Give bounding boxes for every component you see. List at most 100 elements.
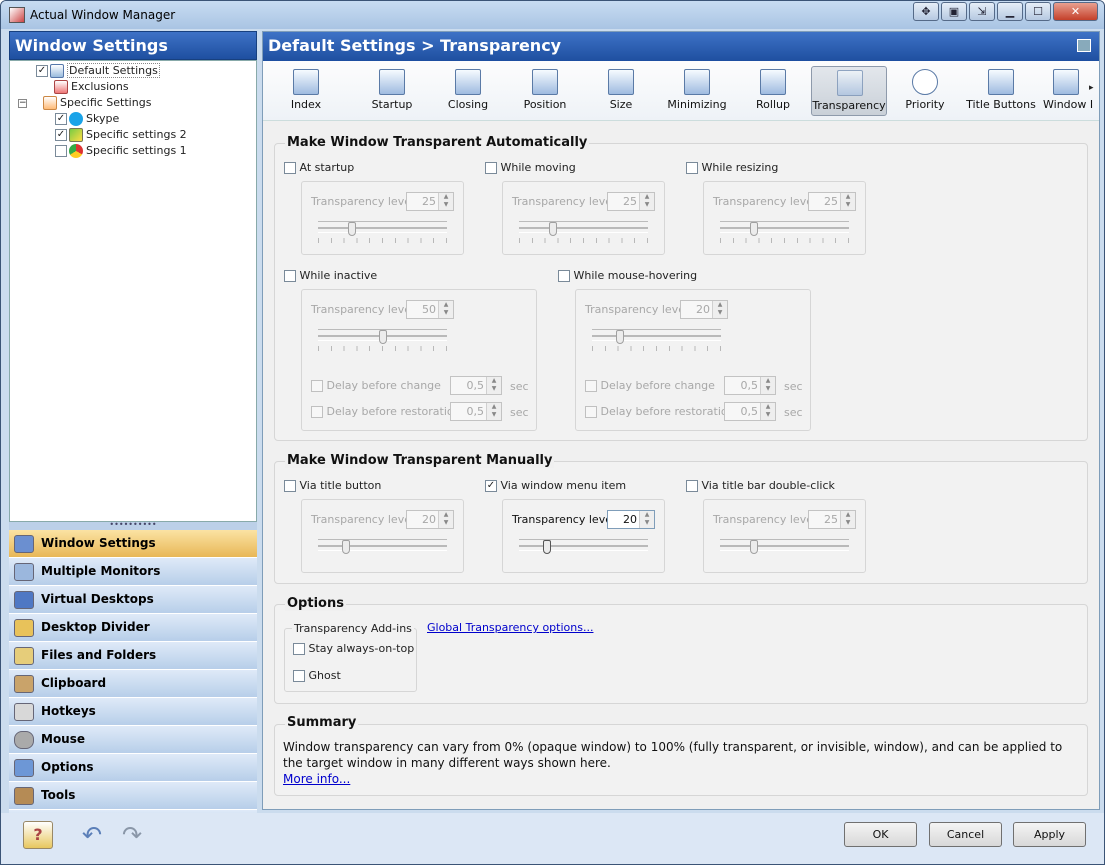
panel-splitter[interactable]: •••••••••• xyxy=(9,521,257,530)
slider-thumb[interactable] xyxy=(616,330,624,344)
level-spinner[interactable]: 25 ▲ ▼ xyxy=(808,192,856,211)
maximize-button[interactable]: ☐ xyxy=(1025,2,1051,21)
level-slider[interactable] xyxy=(318,329,447,344)
minimize-button[interactable]: ▁ xyxy=(997,2,1023,21)
delay-change-spinner[interactable]: 0,5 ▲ ▼ xyxy=(724,376,776,395)
tree-item-exclusions[interactable]: Exclusions xyxy=(52,79,129,95)
collapse-icon[interactable]: − xyxy=(18,98,27,108)
level-slider[interactable] xyxy=(519,221,648,236)
checkbox-icon[interactable]: ✓ xyxy=(485,480,497,492)
checkbox-icon[interactable] xyxy=(293,670,305,682)
nav-item-files-and-folders[interactable]: Files and Folders xyxy=(9,642,257,670)
tree-item-specific-settings-2[interactable]: ✓ Specific settings 2 xyxy=(55,127,187,143)
while-resizing-option[interactable]: While resizing xyxy=(686,161,778,175)
delay-change-option[interactable]: Delay before change xyxy=(311,379,441,392)
checkbox-icon[interactable] xyxy=(558,270,570,282)
checkbox-icon[interactable] xyxy=(284,162,296,174)
level-spinner[interactable]: 20 ▲ ▼ xyxy=(680,300,728,319)
slider-thumb[interactable] xyxy=(342,540,350,554)
checkbox-icon[interactable] xyxy=(585,406,597,418)
redo-icon[interactable]: ↷ xyxy=(117,821,147,849)
checkbox-icon[interactable]: ✓ xyxy=(36,65,48,77)
help-icon[interactable]: ? xyxy=(23,821,53,849)
nav-item-clipboard[interactable]: Clipboard xyxy=(9,670,257,698)
global-transparency-link[interactable]: Global Transparency options... xyxy=(427,621,593,634)
tab-startup[interactable]: Startup xyxy=(354,66,430,116)
checkbox-icon[interactable] xyxy=(284,480,296,492)
spinner-arrows-icon[interactable]: ▲ ▼ xyxy=(712,301,727,318)
stay-on-top-option[interactable]: Stay always-on-top xyxy=(293,642,414,656)
undo-icon[interactable]: ↶ xyxy=(77,821,107,849)
nav-item-tools[interactable]: Tools xyxy=(9,782,257,810)
delay-change-option[interactable]: Delay before change xyxy=(585,379,715,392)
tab-closing[interactable]: Closing xyxy=(430,66,506,116)
slider-thumb[interactable] xyxy=(750,540,758,554)
apply-button[interactable]: Apply xyxy=(1013,822,1086,847)
delay-change-spinner[interactable]: 0,5 ▲ ▼ xyxy=(450,376,502,395)
tree-item-specific-settings[interactable]: − Specific Settings xyxy=(18,95,151,111)
checkbox-icon[interactable] xyxy=(485,162,497,174)
level-spinner[interactable]: 20 ▲ ▼ xyxy=(406,510,454,529)
page-options-icon[interactable] xyxy=(1077,39,1091,52)
level-spinner[interactable]: 50 ▲ ▼ xyxy=(406,300,454,319)
tab-priority[interactable]: Priority xyxy=(887,66,963,116)
checkbox-icon[interactable] xyxy=(686,162,698,174)
tab-minimizing[interactable]: Minimizing xyxy=(659,66,735,116)
level-spinner[interactable]: 25 ▲ ▼ xyxy=(808,510,856,529)
spinner-arrows-icon[interactable]: ▲ ▼ xyxy=(639,193,654,210)
cancel-button[interactable]: Cancel xyxy=(929,822,1002,847)
spinner-arrows-icon[interactable]: ▲ ▼ xyxy=(438,511,453,528)
spinner-arrows-icon[interactable]: ▲ ▼ xyxy=(438,193,453,210)
slider-thumb[interactable] xyxy=(750,222,758,236)
level-slider[interactable] xyxy=(720,539,849,554)
nav-item-window-settings[interactable]: Window Settings xyxy=(9,530,257,558)
tab-window-info[interactable]: Window I xyxy=(1037,66,1095,116)
level-slider[interactable] xyxy=(592,329,721,344)
tree-item-default-settings[interactable]: ✓ Default Settings xyxy=(36,63,160,79)
at-startup-option[interactable]: At startup xyxy=(284,161,354,175)
spinner-arrows-icon[interactable]: ▲ ▼ xyxy=(760,403,775,420)
checkbox-icon[interactable]: ✓ xyxy=(55,129,67,141)
slider-thumb[interactable] xyxy=(348,222,356,236)
checkbox-icon[interactable] xyxy=(293,643,305,655)
tree-item-specific-settings-1[interactable]: Specific settings 1 xyxy=(55,143,187,159)
spinner-arrows-icon[interactable]: ▲ ▼ xyxy=(486,377,501,394)
level-spinner[interactable]: 25 ▲ ▼ xyxy=(406,192,454,211)
more-info-link[interactable]: More info... xyxy=(283,772,350,786)
nav-item-virtual-desktops[interactable]: Virtual Desktops xyxy=(9,586,257,614)
title-bar[interactable]: Actual Window Manager ✥ ▣ ⇲ ▁ ☐ ✕ xyxy=(1,1,1104,29)
via-window-menu-option[interactable]: ✓ Via window menu item xyxy=(485,479,626,493)
spinner-arrows-icon[interactable]: ▲ ▼ xyxy=(639,511,654,528)
tab-rollup[interactable]: Rollup xyxy=(735,66,811,116)
delay-restore-option[interactable]: Delay before restoration xyxy=(311,405,461,418)
while-inactive-option[interactable]: While inactive xyxy=(284,269,377,283)
ghost-option[interactable]: Ghost xyxy=(293,669,341,683)
checkbox-icon[interactable] xyxy=(686,480,698,492)
via-double-click-option[interactable]: Via title bar double-click xyxy=(686,479,835,493)
spinner-arrows-icon[interactable]: ▲ ▼ xyxy=(438,301,453,318)
nav-item-options[interactable]: Options xyxy=(9,754,257,782)
via-title-button-option[interactable]: Via title button xyxy=(284,479,381,493)
tab-position[interactable]: Position xyxy=(507,66,583,116)
tab-title-buttons[interactable]: Title Buttons xyxy=(963,66,1039,116)
resize-window-icon[interactable]: ⇲ xyxy=(969,2,995,21)
level-slider[interactable] xyxy=(318,221,447,236)
checkbox-icon[interactable] xyxy=(311,380,323,392)
checkbox-icon[interactable]: ✓ xyxy=(55,113,67,125)
nav-item-hotkeys[interactable]: Hotkeys xyxy=(9,698,257,726)
spinner-arrows-icon[interactable]: ▲ ▼ xyxy=(840,511,855,528)
tree-item-skype[interactable]: ✓ Skype xyxy=(55,111,119,127)
toolbar-scroll-right-icon[interactable]: ▸ xyxy=(1089,83,1094,93)
tab-size[interactable]: Size xyxy=(583,66,659,116)
pin-window-icon[interactable]: ▣ xyxy=(941,2,967,21)
slider-thumb[interactable] xyxy=(549,222,557,236)
spinner-arrows-icon[interactable]: ▲ ▼ xyxy=(486,403,501,420)
while-hovering-option[interactable]: While mouse-hovering xyxy=(558,269,697,283)
ok-button[interactable]: OK xyxy=(844,822,917,847)
move-window-icon[interactable]: ✥ xyxy=(913,2,939,21)
level-spinner[interactable]: 20 ▲ ▼ xyxy=(607,510,655,529)
close-button[interactable]: ✕ xyxy=(1053,2,1098,21)
spinner-arrows-icon[interactable]: ▲ ▼ xyxy=(840,193,855,210)
checkbox-icon[interactable] xyxy=(585,380,597,392)
nav-item-multiple-monitors[interactable]: Multiple Monitors xyxy=(9,558,257,586)
